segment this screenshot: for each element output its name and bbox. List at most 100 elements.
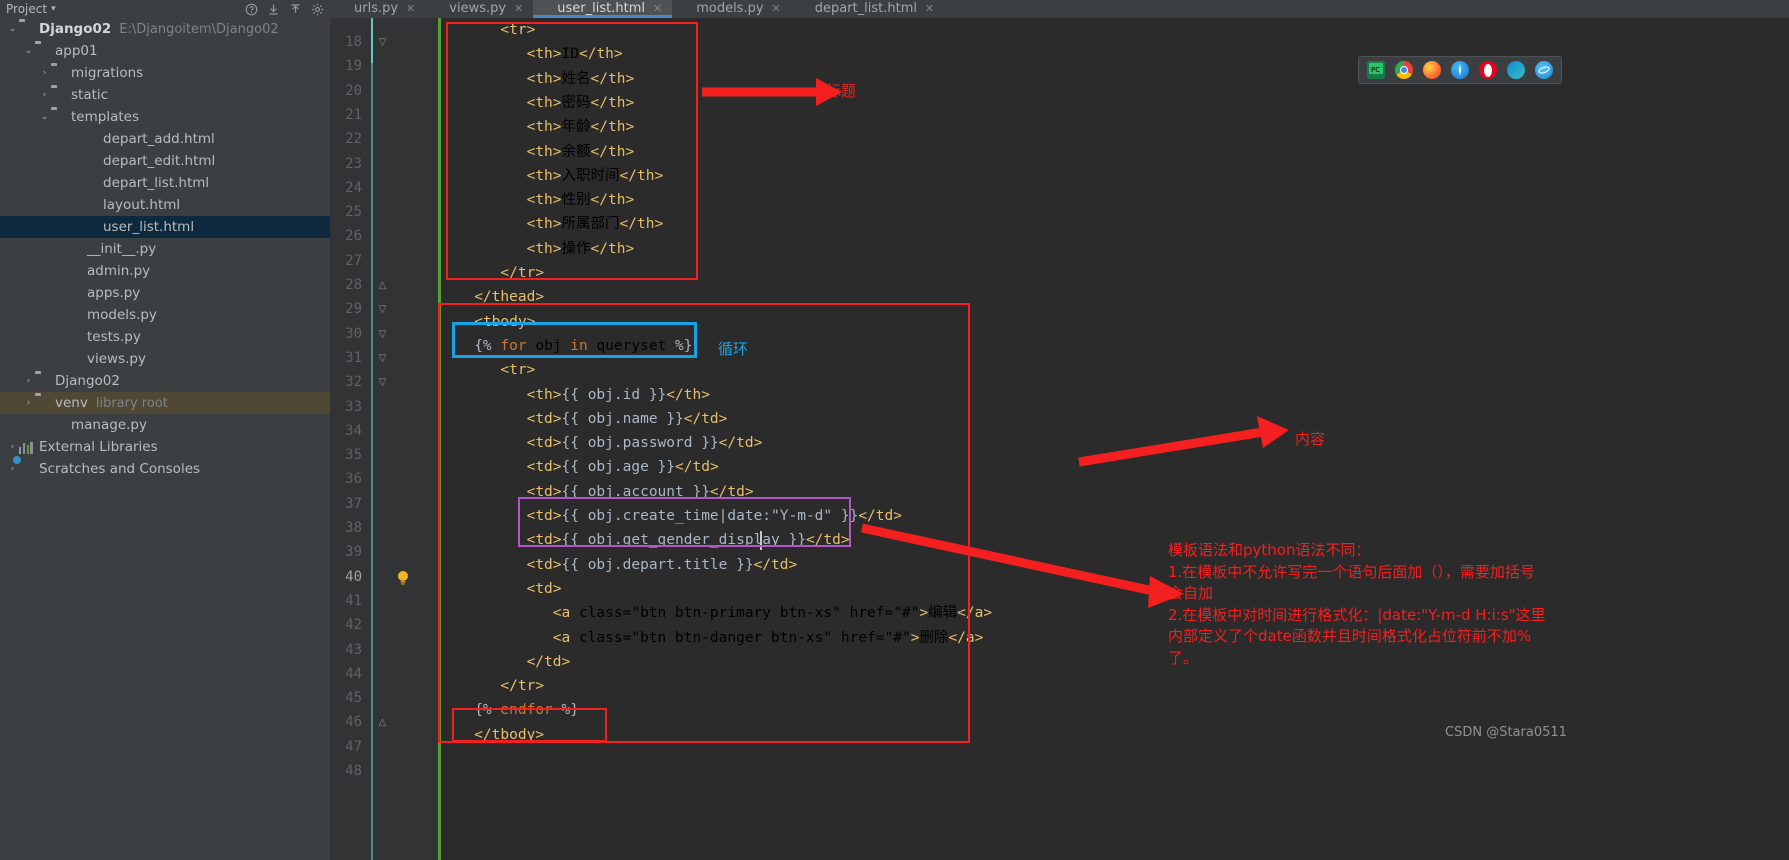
code-line[interactable]: <th>ID</th> <box>448 42 623 66</box>
tree-item-apps-py[interactable]: ›apps.py <box>0 282 330 304</box>
tree-expand-arrow[interactable]: ⌄ <box>38 112 51 122</box>
line-number: 28 <box>345 277 362 293</box>
tree-item-views-py[interactable]: ›views.py <box>0 348 330 370</box>
tree-expand-arrow[interactable]: › <box>38 90 51 100</box>
code-line[interactable]: <tr> <box>448 18 535 42</box>
tree-item-label: views.py <box>87 351 146 367</box>
code-line[interactable]: <th>年龄</th> <box>448 115 635 139</box>
editor-tab-bar[interactable]: urls.py ✕ views.py ✕ user_list.html ✕ models.p… <box>330 0 1789 18</box>
tree-expand-arrow[interactable]: › <box>6 464 19 474</box>
editor-tab-urls-py[interactable]: urls.py ✕ <box>330 0 425 18</box>
tree-expand-arrow[interactable]: › <box>38 68 51 78</box>
tree-item-external-libraries[interactable]: › External Libraries <box>0 436 330 458</box>
tree-item-django02[interactable]: › Django02 <box>0 370 330 392</box>
close-icon[interactable]: ✕ <box>772 2 781 15</box>
code-line[interactable]: <td>{{ obj.account }}</td> <box>448 480 754 504</box>
code-line[interactable]: </tr> <box>448 261 544 285</box>
code-line[interactable]: <th>性别</th> <box>448 188 635 212</box>
close-icon[interactable]: ✕ <box>406 2 415 15</box>
tree-item-models-py[interactable]: ›models.py <box>0 304 330 326</box>
code-line[interactable]: {% endfor %} <box>448 698 579 722</box>
tree-item-depart-edit-html[interactable]: ›depart_edit.html <box>0 150 330 172</box>
tree-expand-arrow[interactable]: › <box>6 442 19 452</box>
tree-expand-arrow[interactable]: › <box>22 376 35 386</box>
line-number: 35 <box>345 447 362 464</box>
firefox-icon[interactable] <box>1423 61 1441 79</box>
close-icon[interactable]: ✕ <box>653 2 662 15</box>
tree-item-migrations[interactable]: › migrations <box>0 62 330 84</box>
tree-item-depart-add-html[interactable]: ›depart_add.html <box>0 128 330 150</box>
help-icon[interactable] <box>245 3 258 16</box>
editor-tab-depart-list-html[interactable]: depart_list.html ✕ <box>791 0 944 18</box>
tree-item-depart-list-html[interactable]: ›depart_list.html <box>0 172 330 194</box>
gear-icon[interactable] <box>311 3 324 16</box>
editor-tab-views-py[interactable]: views.py ✕ <box>425 0 533 18</box>
editor-tab-user-list-html[interactable]: user_list.html ✕ <box>533 0 673 18</box>
code-line[interactable]: <tr> <box>448 358 535 382</box>
code-line[interactable]: <td>{{ obj.name }}</td> <box>448 407 728 431</box>
tree-item-admin-py[interactable]: ›admin.py <box>0 260 330 282</box>
code-line[interactable]: <th>{{ obj.id }}</th> <box>448 383 710 407</box>
pycharm-icon[interactable]: PC <box>1367 61 1385 79</box>
code-line[interactable]: </td> <box>448 650 571 674</box>
opera-icon[interactable] <box>1479 61 1497 79</box>
collapse-all-icon[interactable] <box>267 3 280 16</box>
code-line[interactable]: <th>余额</th> <box>448 140 635 164</box>
ie-icon[interactable] <box>1535 61 1553 79</box>
code-line[interactable]: <tbody> <box>448 310 535 334</box>
line-number: 24 <box>345 179 362 196</box>
code-line[interactable]: </tr> <box>448 674 544 698</box>
expand-all-icon[interactable] <box>289 3 302 16</box>
tree-item-app01[interactable]: ⌄ app01 <box>0 40 330 62</box>
tree-item--init-py[interactable]: ›__init__.py <box>0 238 330 260</box>
tree-expand-arrow[interactable]: ⌄ <box>6 24 19 34</box>
code-line[interactable]: </thead> <box>448 285 544 309</box>
tree-item-user-list-html[interactable]: ›user_list.html <box>0 216 330 238</box>
code-line[interactable]: <th>操作</th> <box>448 237 635 261</box>
tree-expand-arrow[interactable]: ⌄ <box>22 46 35 56</box>
tree-item-layout-html[interactable]: ›layout.html <box>0 194 330 216</box>
code-line[interactable]: </tbody> <box>448 723 544 747</box>
chrome-icon[interactable] <box>1395 61 1413 79</box>
tree-item-django02[interactable]: ⌄ Django02 E:\Djangoitem\Django02 <box>0 18 330 40</box>
intention-bulb-icon[interactable] <box>396 570 410 586</box>
chevron-down-icon[interactable]: ▾ <box>51 4 56 14</box>
tree-item-static[interactable]: › static <box>0 84 330 106</box>
code-fold-marker[interactable]: ▽ <box>377 353 388 364</box>
close-icon[interactable]: ✕ <box>514 2 523 15</box>
tree-item-manage-py[interactable]: ›manage.py <box>0 414 330 436</box>
tree-expand-arrow[interactable]: › <box>22 398 35 408</box>
tree-item-label: templates <box>71 109 139 125</box>
project-tree[interactable]: ⌄ Django02 E:\Djangoitem\Django02 ⌄ app01 › mi… <box>0 18 330 860</box>
code-line[interactable]: <th>所属部门</th> <box>448 212 664 236</box>
code-fold-marker[interactable]: △ <box>377 280 388 291</box>
code-line[interactable]: {% for obj in queryset %} <box>448 334 692 358</box>
code-line[interactable]: <a class="btn btn-danger btn-xs" href="#… <box>448 626 984 650</box>
editor-gutter[interactable]: 18 19 20 21 22 23 24 25 26 27 28 29 30 31 32 33 34 35 36 37… <box>330 18 440 860</box>
code-line[interactable]: <th>入职时间</th> <box>448 164 664 188</box>
tree-item-tests-py[interactable]: ›tests.py <box>0 326 330 348</box>
code-line[interactable]: <th>姓名</th> <box>448 67 635 91</box>
code-line[interactable]: <td>{{ obj.get_gender_display }}</td> <box>448 528 850 552</box>
code-line[interactable]: <td> <box>448 577 562 601</box>
browser-launcher-bar[interactable]: PC <box>1358 56 1562 84</box>
code-fold-marker[interactable]: ▽ <box>377 329 388 340</box>
code-fold-marker[interactable]: ▽ <box>377 37 388 48</box>
code-line[interactable]: <td>{{ obj.create_time|date:"Y-m-d" }}</… <box>448 504 902 528</box>
tree-item-venv[interactable]: › venv library root <box>0 392 330 414</box>
code-editor[interactable]: urls.py ✕ views.py ✕ user_list.html ✕ models.p… <box>330 0 1789 860</box>
code-line[interactable]: <td>{{ obj.password }}</td> <box>448 431 763 455</box>
edge-icon[interactable] <box>1507 61 1525 79</box>
code-line[interactable]: <td>{{ obj.depart.title }}</td> <box>448 553 798 577</box>
safari-icon[interactable] <box>1451 61 1469 79</box>
close-icon[interactable]: ✕ <box>925 2 934 15</box>
code-fold-marker[interactable]: ▽ <box>377 304 388 315</box>
editor-scrollbar[interactable] <box>1777 18 1789 860</box>
code-fold-marker[interactable]: ▽ <box>377 377 388 388</box>
tree-item-templates[interactable]: ⌄ templates <box>0 106 330 128</box>
editor-tab-models-py[interactable]: models.py ✕ <box>672 0 791 18</box>
code-line[interactable]: <th>密码</th> <box>448 91 635 115</box>
tree-item-scratches-and-consoles[interactable]: › Scratches and Consoles <box>0 458 330 480</box>
code-line[interactable]: <td>{{ obj.age }}</td> <box>448 455 719 479</box>
code-fold-marker[interactable]: △ <box>377 717 388 728</box>
